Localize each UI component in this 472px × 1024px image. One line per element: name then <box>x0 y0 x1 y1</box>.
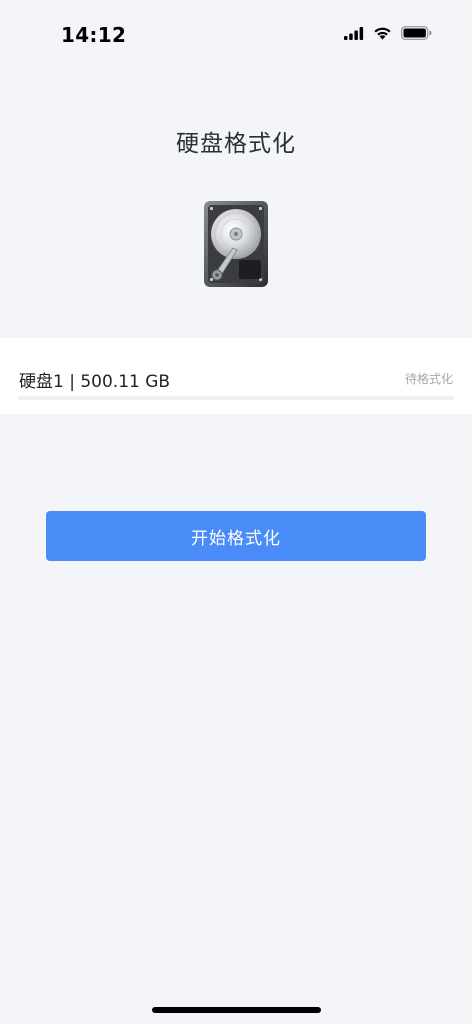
wifi-icon <box>373 25 392 44</box>
battery-icon <box>401 25 432 44</box>
format-progress-bar <box>18 396 454 400</box>
status-time: 14:12 <box>61 23 127 47</box>
disk-status: 待格式化 <box>404 372 453 386</box>
status-bar: 14:12 <box>0 0 472 70</box>
disk-name: 硬盘1 | 500.11 GB <box>19 372 171 392</box>
home-indicator[interactable] <box>152 1007 321 1013</box>
cellular-signal-icon <box>344 25 364 44</box>
start-format-button[interactable]: 开始格式化 <box>46 511 426 561</box>
status-icons <box>344 25 432 44</box>
disk-panel: 硬盘1 | 500.11 GB 待格式化 <box>0 338 472 414</box>
page-title: 硬盘格式化 <box>176 131 296 157</box>
hard-disk-drive-icon <box>203 200 269 288</box>
